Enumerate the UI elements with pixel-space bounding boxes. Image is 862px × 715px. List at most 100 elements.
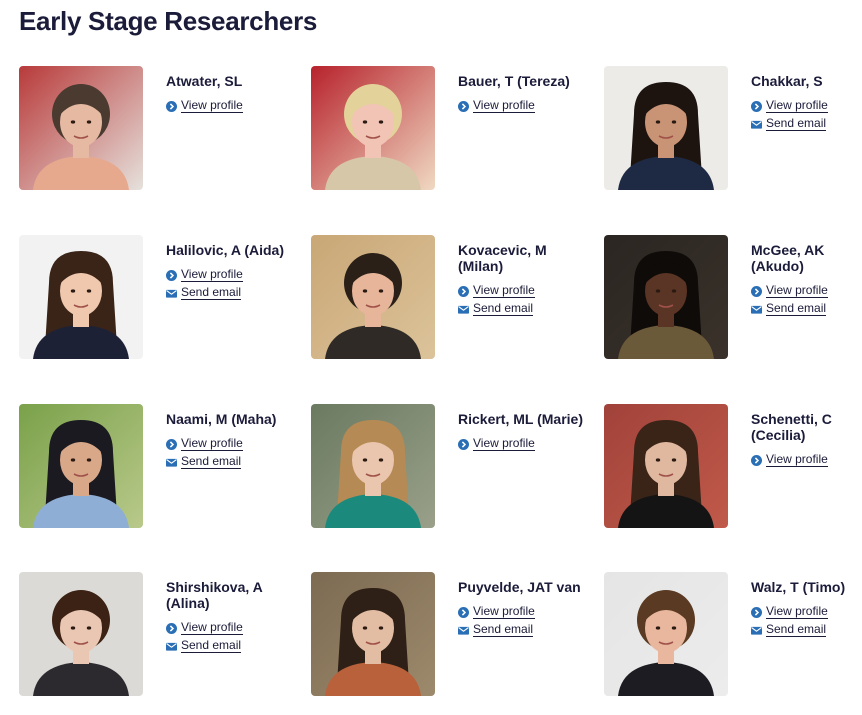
chevron-right-circle-icon [458, 100, 469, 112]
researcher-name: Schenetti, C (Cecilia) [751, 411, 832, 443]
researcher-name: Bauer, T (Tereza) [458, 73, 570, 89]
researcher-name: Shirshikova, A (Alina) [166, 579, 263, 611]
view-profile-label: View profile [473, 604, 535, 619]
page-title: Early Stage Researchers [19, 6, 318, 36]
send-email-link[interactable]: Send email [458, 300, 593, 318]
researcher-name: Walz, T (Timo) [751, 579, 846, 595]
researcher-photo[interactable] [604, 404, 728, 528]
researcher-photo[interactable] [604, 66, 728, 190]
envelope-icon [751, 304, 762, 315]
view-profile-label: View profile [766, 98, 828, 113]
researcher-info: Schenetti, C (Cecilia) View profile [751, 411, 862, 469]
envelope-icon [458, 625, 469, 636]
researcher-name: Puyvelde, JAT van [458, 579, 581, 595]
chevron-right-circle-icon [458, 285, 469, 297]
researcher-info: Bauer, T (Tereza) View profile [458, 73, 593, 115]
researcher-name: Atwater, SL [166, 73, 243, 89]
view-profile-label: View profile [473, 436, 535, 451]
send-email-label: Send email [181, 454, 242, 469]
researcher-card: Walz, T (Timo) View profile Send email [604, 572, 862, 702]
view-profile-label: View profile [766, 604, 828, 619]
chevron-right-circle-icon [166, 622, 177, 634]
chevron-right-circle-icon [166, 100, 177, 112]
researcher-card: Naami, M (Maha) View profile Send email [19, 404, 299, 534]
researcher-info: Kovacevic, M (Milan) View profile Send ema… [458, 242, 593, 318]
view-profile-link[interactable]: View profile [458, 603, 593, 621]
researcher-card: Chakkar, S View profile Send email [604, 66, 862, 196]
view-profile-link[interactable]: View profile [751, 603, 862, 621]
view-profile-link[interactable]: View profile [458, 435, 593, 453]
send-email-label: Send email [473, 301, 534, 316]
send-email-label: Send email [766, 116, 827, 131]
chevron-right-circle-icon [458, 606, 469, 618]
researcher-card: Shirshikova, A (Alina) View profile Send e… [19, 572, 299, 702]
researcher-photo[interactable] [604, 235, 728, 359]
researcher-name: Chakkar, S [751, 73, 823, 89]
send-email-label: Send email [181, 285, 242, 300]
chevron-right-circle-icon [458, 438, 469, 450]
view-profile-label: View profile [766, 452, 828, 467]
send-email-link[interactable]: Send email [751, 621, 862, 639]
researcher-photo[interactable] [311, 572, 435, 696]
view-profile-link[interactable]: View profile [458, 97, 593, 115]
researcher-photo[interactable] [19, 572, 143, 696]
researcher-card: Kovacevic, M (Milan) View profile Send ema… [311, 235, 591, 365]
researcher-card: Rickert, ML (Marie) View profile [311, 404, 591, 534]
view-profile-link[interactable]: View profile [751, 97, 862, 115]
envelope-icon [166, 288, 177, 299]
researcher-card: McGee, AK (Akudo) View profile Send email [604, 235, 862, 365]
chevron-right-circle-icon [751, 100, 762, 112]
send-email-link[interactable]: Send email [751, 300, 862, 318]
send-email-label: Send email [473, 622, 534, 637]
researcher-info: Halilovic, A (Aida) View profile Send emai… [166, 242, 301, 302]
chevron-right-circle-icon [751, 454, 762, 466]
researcher-info: Atwater, SL View profile [166, 73, 301, 115]
researcher-info: Shirshikova, A (Alina) View profile Send e… [166, 579, 301, 655]
researcher-card: Bauer, T (Tereza) View profile [311, 66, 591, 196]
researcher-info: McGee, AK (Akudo) View profile Send email [751, 242, 862, 318]
view-profile-link[interactable]: View profile [166, 435, 301, 453]
view-profile-label: View profile [181, 98, 243, 113]
send-email-link[interactable]: Send email [166, 453, 301, 471]
researcher-photo[interactable] [19, 235, 143, 359]
view-profile-label: View profile [181, 620, 243, 635]
researcher-photo[interactable] [19, 66, 143, 190]
researcher-photo[interactable] [311, 404, 435, 528]
researcher-info: Puyvelde, JAT van View profile Send email [458, 579, 593, 639]
view-profile-link[interactable]: View profile [166, 97, 301, 115]
chevron-right-circle-icon [751, 606, 762, 618]
chevron-right-circle-icon [166, 438, 177, 450]
send-email-label: Send email [181, 638, 242, 653]
view-profile-link[interactable]: View profile [458, 282, 593, 300]
send-email-label: Send email [766, 301, 827, 316]
researcher-photo[interactable] [19, 404, 143, 528]
researcher-name: Naami, M (Maha) [166, 411, 277, 427]
send-email-link[interactable]: Send email [166, 637, 301, 655]
view-profile-label: View profile [473, 283, 535, 298]
view-profile-link[interactable]: View profile [166, 619, 301, 637]
researcher-card: Halilovic, A (Aida) View profile Send emai… [19, 235, 299, 365]
view-profile-link[interactable]: View profile [751, 282, 862, 300]
researcher-card: Puyvelde, JAT van View profile Send email [311, 572, 591, 702]
researcher-photo[interactable] [311, 235, 435, 359]
send-email-link[interactable]: Send email [166, 284, 301, 302]
chevron-right-circle-icon [751, 285, 762, 297]
envelope-icon [458, 304, 469, 315]
researcher-name: Kovacevic, M (Milan) [458, 242, 547, 274]
envelope-icon [751, 119, 762, 130]
researcher-photo[interactable] [604, 572, 728, 696]
researcher-info: Rickert, ML (Marie) View profile [458, 411, 593, 453]
send-email-link[interactable]: Send email [458, 621, 593, 639]
envelope-icon [166, 457, 177, 468]
researcher-card: Schenetti, C (Cecilia) View profile [604, 404, 862, 534]
researcher-name: Rickert, ML (Marie) [458, 411, 583, 427]
view-profile-link[interactable]: View profile [166, 266, 301, 284]
view-profile-label: View profile [181, 436, 243, 451]
view-profile-label: View profile [181, 267, 243, 282]
researcher-card: Atwater, SL View profile [19, 66, 299, 196]
chevron-right-circle-icon [166, 269, 177, 281]
send-email-link[interactable]: Send email [751, 115, 862, 133]
view-profile-label: View profile [473, 98, 535, 113]
view-profile-link[interactable]: View profile [751, 451, 862, 469]
researcher-photo[interactable] [311, 66, 435, 190]
